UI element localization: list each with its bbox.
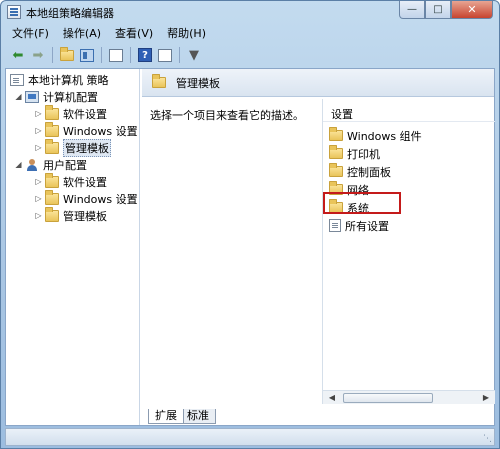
expand-arrow-icon[interactable]: ▷	[34, 126, 43, 135]
window-title: 本地组策略编辑器	[26, 7, 114, 20]
tree-item-computer-software[interactable]: ▷ 软件设置	[34, 104, 107, 122]
forward-arrow-icon[interactable]: ➡	[29, 46, 47, 64]
expand-arrow-icon[interactable]: ▷	[34, 211, 43, 220]
toolbar-separator	[52, 47, 53, 63]
details-header: 管理模板	[142, 69, 494, 97]
tree-item-computer-windows[interactable]: ▷ Windows 设置	[34, 121, 138, 139]
tree-item-user-config[interactable]: ◢ 用户配置	[14, 156, 87, 173]
status-bar: ⋱	[5, 428, 495, 446]
collapse-arrow-icon[interactable]: ◢	[14, 160, 23, 169]
help-glyph: ?	[138, 48, 152, 62]
folder-icon	[45, 189, 59, 205]
close-button[interactable]: ✕	[451, 1, 493, 19]
view-tabs: 扩展 标准	[142, 409, 494, 425]
list-item-windows-components[interactable]: Windows 组件	[329, 127, 422, 144]
horizontal-scrollbar[interactable]: ◀ ▶	[323, 390, 495, 404]
up-folder-glyph	[60, 46, 74, 61]
menu-view[interactable]: 查看(V)	[108, 25, 160, 43]
column-header-settings[interactable]: 设置	[323, 106, 495, 122]
tab-extended[interactable]: 扩展	[148, 409, 184, 424]
scroll-left-icon[interactable]: ◀	[325, 392, 339, 404]
list-item-control-panel[interactable]: 控制面板	[329, 163, 391, 180]
list-item-label: Windows 组件	[347, 129, 422, 143]
export-glyph	[109, 48, 123, 62]
minimize-button[interactable]: —	[399, 1, 425, 19]
collapse-arrow-icon[interactable]: ◢	[14, 92, 23, 101]
app-window: 本地组策略编辑器 — □ ✕ 文件(F) 操作(A) 查看(V) 帮助(H) ⬅…	[0, 0, 500, 449]
list-item-printers[interactable]: 打印机	[329, 145, 380, 162]
folder-icon	[45, 104, 59, 120]
toolbar-separator	[101, 47, 102, 63]
tree-toggle-glyph	[80, 48, 94, 62]
folder-icon	[45, 138, 59, 154]
folder-icon	[45, 206, 59, 222]
scroll-thumb[interactable]	[343, 393, 433, 403]
expand-arrow-icon[interactable]: ▷	[34, 109, 43, 118]
toolbar-separator	[130, 47, 131, 63]
show-hide-action-pane-icon[interactable]	[156, 46, 174, 64]
show-hide-tree-icon[interactable]	[78, 46, 96, 64]
client-area: 本地计算机 策略 ◢ 计算机配置 ▷ 软件设置 ▷ Windows 设置 ▷ 管…	[5, 68, 495, 426]
list-item-all-settings[interactable]: 所有设置	[329, 217, 389, 234]
tree-item-label: Windows 设置	[63, 192, 138, 206]
settings-list: 设置 Windows 组件 打印机 控制面板 网络 系统 所有设置 ◀ ▶	[322, 99, 495, 404]
menu-file[interactable]: 文件(F)	[5, 25, 56, 43]
expand-arrow-icon[interactable]: ▷	[34, 143, 43, 152]
list-item-label: 控制面板	[347, 165, 391, 179]
scroll-right-icon[interactable]: ▶	[479, 392, 493, 404]
folder-icon	[45, 172, 59, 188]
tree-item-label: 软件设置	[63, 175, 107, 189]
help-icon[interactable]: ?	[136, 46, 154, 64]
user-icon	[25, 158, 39, 171]
tree-item-label: 管理模板	[63, 209, 107, 223]
toolbar-separator	[179, 47, 180, 63]
tree-item-root[interactable]: 本地计算机 策略	[10, 71, 109, 88]
title-bar[interactable]: 本地组策略编辑器 — □ ✕	[1, 1, 499, 23]
menu-action[interactable]: 操作(A)	[56, 25, 108, 43]
list-item-label: 所有设置	[345, 219, 389, 233]
group-policy-editor-icon	[7, 5, 21, 19]
tree-item-label: 用户配置	[43, 158, 87, 172]
tree-item-user-admin-templates[interactable]: ▷ 管理模板	[34, 206, 107, 224]
caption-buttons: — □ ✕	[399, 1, 493, 19]
back-arrow-icon[interactable]: ⬅	[9, 46, 27, 64]
policy-doc-icon	[10, 73, 24, 86]
up-folder-icon[interactable]	[58, 46, 76, 64]
folder-icon	[329, 163, 343, 177]
tree-item-label: Windows 设置	[63, 124, 138, 138]
menu-help[interactable]: 帮助(H)	[160, 25, 213, 43]
all-settings-icon	[329, 219, 341, 232]
menu-bar: 文件(F) 操作(A) 查看(V) 帮助(H)	[5, 25, 495, 43]
tab-standard[interactable]: 标准	[180, 409, 216, 424]
tree-pane: 本地计算机 策略 ◢ 计算机配置 ▷ 软件设置 ▷ Windows 设置 ▷ 管…	[6, 69, 140, 425]
details-header-title: 管理模板	[176, 76, 220, 90]
description-text: 选择一个项目来查看它的描述。	[150, 109, 304, 122]
tree-item-computer-admin-templates[interactable]: ▷ 管理模板	[34, 138, 111, 157]
computer-icon	[25, 90, 39, 103]
expand-arrow-icon[interactable]: ▷	[34, 194, 43, 203]
folder-icon	[45, 121, 59, 137]
folder-icon	[329, 127, 343, 141]
resize-grip-icon[interactable]: ⋱	[483, 434, 492, 444]
tree-item-computer-config[interactable]: ◢ 计算机配置	[14, 88, 98, 105]
action-pane-glyph	[158, 48, 172, 62]
tree-item-label: 软件设置	[63, 107, 107, 121]
maximize-button[interactable]: □	[425, 1, 451, 19]
tree-item-label: 计算机配置	[43, 90, 98, 104]
expand-arrow-icon[interactable]: ▷	[34, 177, 43, 186]
highlight-box-system	[323, 192, 401, 214]
tree-item-user-windows[interactable]: ▷ Windows 设置	[34, 189, 138, 207]
details-pane: 管理模板 选择一个项目来查看它的描述。 设置 Windows 组件 打印机 控制…	[142, 69, 495, 425]
tree-item-label: 本地计算机 策略	[28, 73, 109, 87]
filter-icon[interactable]: ▼	[185, 46, 203, 64]
folder-icon	[329, 145, 343, 159]
toolbar: ⬅ ➡ ? ▼	[5, 44, 495, 66]
export-list-icon[interactable]	[107, 46, 125, 64]
list-item-label: 打印机	[347, 147, 380, 161]
folder-icon	[152, 74, 166, 88]
tree-item-user-software[interactable]: ▷ 软件设置	[34, 172, 107, 190]
tree-item-label: 管理模板	[63, 138, 111, 157]
